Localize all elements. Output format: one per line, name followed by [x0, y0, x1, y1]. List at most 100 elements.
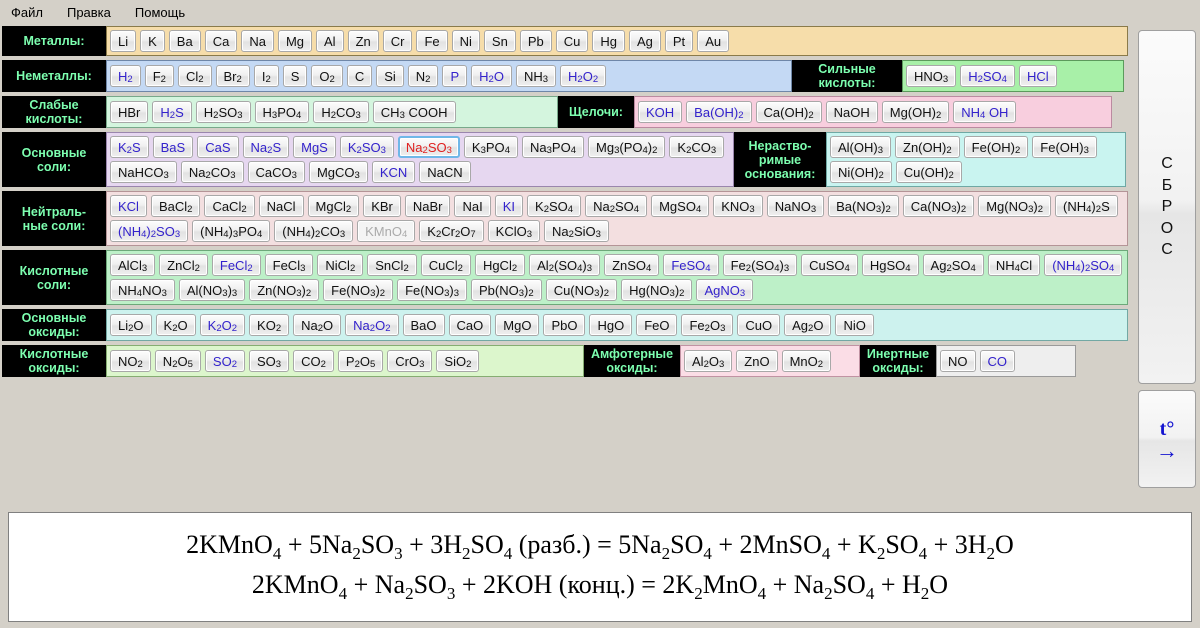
reagent-button-Na2CO3[interactable]: Na 2 CO 3	[180, 161, 244, 183]
reagent-button-Na2SO4[interactable]: Na 2 SO 4	[585, 195, 648, 217]
reagent-button-Cu[interactable]: Cu	[555, 30, 589, 52]
reagent-button-NH43PO4[interactable]: (NH 4) 3 PO 4	[192, 220, 271, 242]
reagent-button-Na2S[interactable]: Na 2 S	[242, 136, 290, 158]
reagent-button-NaCl[interactable]: NaCl	[258, 195, 304, 217]
reagent-button-HgO[interactable]: HgO	[589, 314, 633, 336]
menu-file[interactable]: Файл	[8, 4, 46, 21]
reagent-button-Ag2O[interactable]: Ag 2 O	[784, 314, 832, 336]
reagent-button-K2CO3[interactable]: K 2 CO 3	[669, 136, 725, 158]
reagent-button-FeOH2[interactable]: Fe(OH) 2	[963, 136, 1029, 158]
reagent-button-NaI[interactable]: NaI	[454, 195, 491, 217]
reagent-button-HgSO4[interactable]: HgSO 4	[861, 254, 919, 276]
reagent-button-H2[interactable]: H2	[110, 65, 141, 87]
reagent-button-NaHCO3[interactable]: NaHCO 3	[110, 161, 177, 183]
reagent-button-P2O5[interactable]: P2O5	[337, 350, 384, 372]
reagent-button-C[interactable]: C	[346, 65, 373, 87]
reagent-button-H2SO3[interactable]: H 2 SO 3	[195, 101, 251, 123]
reagent-button-CaO[interactable]: CaO	[448, 314, 492, 336]
reagent-button-MgSO4[interactable]: MgSO 4	[651, 195, 710, 217]
reagent-button-Fe2O3[interactable]: Fe 2 O 3	[681, 314, 734, 336]
reagent-button-Al2SO43[interactable]: Al 2 (SO 4) 3	[529, 254, 601, 276]
reagent-button-FeCl3[interactable]: FeCl 3	[264, 254, 314, 276]
reagent-button-Na2O2[interactable]: Na 2 O 2	[345, 314, 399, 336]
reagent-button-MgOH2[interactable]: Mg(OH) 2	[881, 101, 950, 123]
reagent-button-H2O2[interactable]: H2O2	[560, 65, 607, 87]
reagent-button-CuO[interactable]: CuO	[737, 314, 781, 336]
reagent-button-Al2O3[interactable]: Al 2 O 3	[684, 350, 733, 372]
reagent-button-KO2[interactable]: KO 2	[249, 314, 290, 336]
reagent-button-SO3[interactable]: SO 3	[249, 350, 290, 372]
reagent-button-Pt[interactable]: Pt	[664, 30, 694, 52]
reagent-button-NO[interactable]: NO	[940, 350, 976, 372]
reagent-button-NH4NO3[interactable]: NH 4 NO 3	[110, 279, 175, 301]
reagent-button-Na3PO4[interactable]: Na 3 PO 4	[521, 136, 584, 158]
reagent-button-Zn[interactable]: Zn	[347, 30, 379, 52]
reagent-button-K3PO4[interactable]: K 3 PO 4	[463, 136, 518, 158]
reagent-button-Cr[interactable]: Cr	[382, 30, 413, 52]
reagent-button-K2S[interactable]: K2S	[110, 136, 149, 158]
reagent-button-Na2O[interactable]: Na 2 O	[293, 314, 342, 336]
reagent-button-CaCl2[interactable]: CaCl 2	[204, 195, 255, 217]
reagent-button-HBr[interactable]: HBr	[110, 101, 149, 123]
reagent-button-NH3[interactable]: NH 3	[515, 65, 557, 87]
reagent-button-Si[interactable]: Si	[376, 65, 404, 87]
reagent-button-H2O[interactable]: H2O	[471, 65, 512, 87]
reagent-button-NaNO3[interactable]: NaNO 3	[766, 195, 825, 217]
reagent-button-NH42CO3[interactable]: (NH 4) 2 CO 3	[274, 220, 354, 242]
reagent-button-HgCl2[interactable]: HgCl 2	[474, 254, 526, 276]
reagent-button-I2[interactable]: I2	[253, 65, 279, 87]
reagent-button-KCl[interactable]: KCl	[110, 195, 147, 217]
reagent-button-O2[interactable]: O2	[311, 65, 343, 87]
reagent-button-NiO[interactable]: NiO	[835, 314, 874, 336]
reagent-button-KBr[interactable]: KBr	[363, 195, 401, 217]
reagent-button-Mg[interactable]: Mg	[277, 30, 313, 52]
reagent-button-MnO2[interactable]: MnO 2	[781, 350, 832, 372]
reagent-button-CuCl2[interactable]: CuCl 2	[420, 254, 471, 276]
menu-help[interactable]: Помощь	[132, 4, 188, 21]
reagent-button-CaCO3[interactable]: CaCO 3	[247, 161, 305, 183]
reagent-button-N2[interactable]: N2	[407, 65, 439, 87]
reagent-button-NH42SO4[interactable]: (NH 4) 2 SO 4	[1044, 254, 1123, 276]
reagent-button-CaNO32[interactable]: Ca(NO 3) 2	[902, 195, 975, 217]
reagent-button-NH4Cl[interactable]: NH 4 Cl	[987, 254, 1041, 276]
reagent-button-H2SO4[interactable]: H 2 SO 4	[960, 65, 1015, 87]
reagent-button-AgNO3[interactable]: AgNO 3	[696, 279, 754, 301]
reagent-button-KClO3[interactable]: KClO 3	[487, 220, 541, 242]
reagent-button-ZnO[interactable]: ZnO	[736, 350, 778, 372]
reagent-button-KOH[interactable]: KOH	[638, 101, 683, 123]
reagent-button-Ag2SO4[interactable]: Ag 2 SO 4	[922, 254, 984, 276]
reagent-button-P[interactable]: P	[442, 65, 468, 87]
reagent-button-FeOH3[interactable]: Fe(OH) 3	[1032, 136, 1097, 158]
reagent-button-FeNO33[interactable]: Fe(NO 3) 3	[397, 279, 468, 301]
reagent-button-N2O5[interactable]: N2O5	[154, 350, 201, 372]
reagent-button-Li[interactable]: Li	[110, 30, 137, 52]
reagent-button-Ni[interactable]: Ni	[451, 30, 480, 52]
reagent-button-ZnOH2[interactable]: Zn(OH) 2	[895, 136, 960, 158]
reagent-button-Br2[interactable]: Br 2	[215, 65, 250, 87]
reagent-button-MgNO32[interactable]: Mg(NO 3) 2	[978, 195, 1052, 217]
reagent-button-ZnSO4[interactable]: ZnSO 4	[604, 254, 660, 276]
reagent-button-CaS[interactable]: CaS	[197, 136, 239, 158]
reagent-button-NaOH[interactable]: NaOH	[825, 101, 878, 123]
reagent-button-NaCN[interactable]: NaCN	[419, 161, 471, 183]
reagent-button-Hg[interactable]: Hg	[592, 30, 625, 52]
reagent-button-SO2[interactable]: SO 2	[204, 350, 245, 372]
reagent-button-Pb[interactable]: Pb	[519, 30, 552, 52]
reagent-button-CuOH2[interactable]: Cu(OH) 2	[895, 161, 962, 183]
reagent-button-Ba[interactable]: Ba	[168, 30, 201, 52]
reagent-button-S[interactable]: S	[282, 65, 308, 87]
reagent-button-MgS[interactable]: MgS	[293, 136, 336, 158]
reagent-button-BaCl2[interactable]: BaCl 2	[150, 195, 201, 217]
reagent-button-HNO3[interactable]: HNO 3	[906, 65, 957, 87]
reagent-button-AlNO33[interactable]: Al(NO 3) 3	[178, 279, 246, 301]
reagent-button-BaNO32[interactable]: Ba(NO 3) 2	[828, 195, 899, 217]
reagent-button-FeNO32[interactable]: Fe(NO 3) 2	[323, 279, 394, 301]
temperature-button[interactable]: t° →	[1138, 390, 1196, 488]
reset-button[interactable]: СБРОС	[1138, 30, 1196, 384]
reagent-button-NO2[interactable]: NO 2	[110, 350, 151, 372]
reagent-button-SiO2[interactable]: SiO 2	[436, 350, 480, 372]
reagent-button-Al[interactable]: Al	[316, 30, 344, 52]
reagent-button-K[interactable]: K	[140, 30, 165, 52]
reagent-button-Mg3PO42[interactable]: Mg 3 (PO 4) 2	[588, 136, 666, 158]
reagent-button-Ca[interactable]: Ca	[204, 30, 238, 52]
